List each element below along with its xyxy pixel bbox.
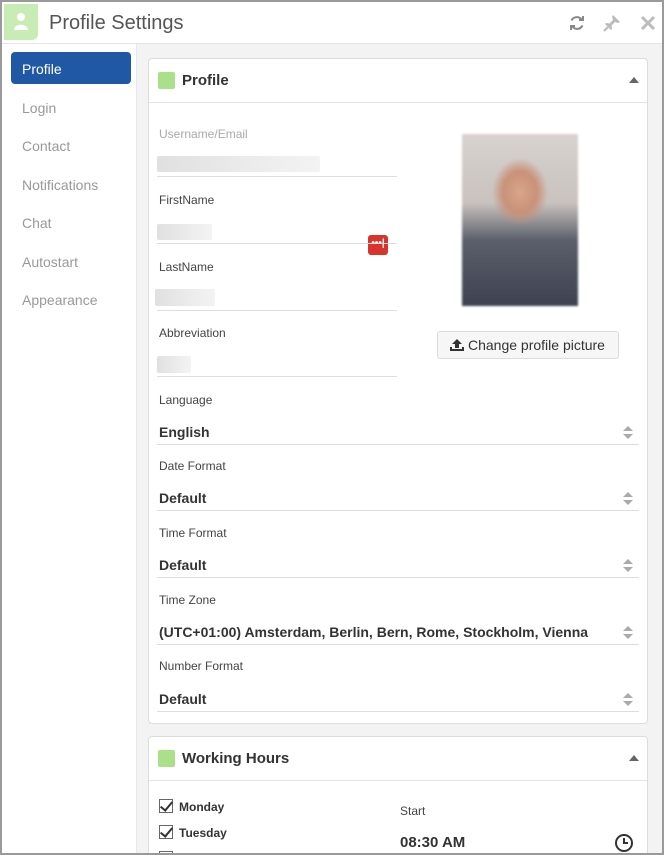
profile-panel-header[interactable]: Profile (149, 59, 647, 103)
day-label: Tuesday (179, 826, 227, 840)
time-zone-underline (157, 644, 639, 645)
sidebar: Profile Login Contact Notifications Chat… (4, 44, 137, 853)
day-checkbox-partial[interactable] (159, 851, 179, 853)
app-icon (4, 4, 38, 40)
day-checkbox-monday[interactable]: Monday (159, 799, 224, 814)
number-format-label: Number Format (159, 659, 244, 673)
sidebar-item-profile[interactable]: Profile (11, 52, 131, 84)
username-underline (157, 176, 397, 177)
language-select[interactable]: English (159, 424, 210, 440)
sidebar-item-login[interactable]: Login (11, 91, 131, 123)
change-profile-picture-button[interactable]: Change profile picture (437, 331, 619, 359)
start-time-input[interactable]: 08:30 AM (400, 834, 465, 851)
time-zone-label: Time Zone (159, 593, 216, 607)
abbreviation-underline (157, 376, 397, 377)
profile-settings-window: Profile Settings Profile Login Contact N… (0, 0, 664, 855)
user-icon (14, 13, 28, 30)
abbreviation-field[interactable] (157, 356, 191, 373)
section-marker (158, 750, 175, 767)
username-label: Username/Email (159, 127, 248, 141)
sidebar-item-notifications[interactable]: Notifications (11, 168, 131, 200)
date-format-label: Date Format (159, 459, 226, 473)
upload-icon (450, 339, 464, 351)
change-profile-picture-label: Change profile picture (468, 337, 605, 353)
username-field[interactable] (157, 156, 320, 172)
checkbox-checked-icon[interactable] (159, 851, 173, 853)
date-format-underline (157, 510, 639, 511)
profile-picture (462, 134, 578, 306)
sidebar-item-autostart[interactable]: Autostart (11, 245, 131, 277)
day-label: Monday (179, 800, 225, 814)
time-zone-updown-icon[interactable] (623, 626, 633, 640)
abbreviation-label: Abbreviation (159, 326, 226, 340)
time-format-underline (157, 577, 639, 578)
window-title: Profile Settings (49, 12, 184, 34)
number-format-updown-icon[interactable] (623, 693, 633, 707)
working-hours-panel: Working Hours Monday Tuesday Start 08:30… (148, 736, 648, 853)
firstname-label: FirstName (159, 193, 215, 207)
time-format-label: Time Format (159, 526, 227, 540)
number-format-select[interactable]: Default (159, 691, 206, 707)
section-marker (158, 72, 175, 89)
checkbox-checked-icon[interactable] (159, 799, 173, 813)
start-label: Start (400, 804, 426, 818)
main-content: Profile Username/Email FirstName •••| La… (137, 44, 662, 853)
profile-panel: Profile Username/Email FirstName •••| La… (148, 58, 648, 724)
profile-panel-title: Profile (182, 72, 229, 89)
checkbox-checked-icon[interactable] (159, 825, 173, 839)
language-underline (157, 444, 639, 445)
title-bar: Profile Settings (2, 2, 662, 44)
day-checkbox-tuesday[interactable]: Tuesday (159, 825, 227, 840)
time-format-updown-icon[interactable] (623, 559, 633, 573)
lastname-label: LastName (159, 260, 214, 274)
language-label: Language (159, 393, 213, 407)
sidebar-item-appearance[interactable]: Appearance (11, 283, 131, 315)
sidebar-item-contact[interactable]: Contact (11, 129, 131, 161)
date-format-updown-icon[interactable] (623, 492, 633, 506)
more-icon[interactable]: •••| (368, 235, 388, 255)
lastname-underline (157, 310, 397, 311)
number-format-underline (157, 711, 639, 712)
working-hours-title: Working Hours (182, 750, 290, 767)
clock-icon[interactable] (614, 833, 634, 853)
sidebar-item-chat[interactable]: Chat (11, 206, 131, 238)
date-format-select[interactable]: Default (159, 490, 206, 506)
time-zone-select[interactable]: (UTC+01:00) Amsterdam, Berlin, Bern, Rom… (159, 624, 588, 640)
pin-icon[interactable] (603, 14, 621, 32)
collapse-caret-icon[interactable] (629, 755, 639, 761)
refresh-icon[interactable] (568, 14, 586, 32)
firstname-underline (157, 243, 397, 244)
collapse-caret-icon[interactable] (629, 77, 639, 83)
working-hours-panel-header[interactable]: Working Hours (149, 737, 647, 781)
language-updown-icon[interactable] (623, 426, 633, 440)
close-icon[interactable] (639, 14, 657, 32)
time-format-select[interactable]: Default (159, 557, 206, 573)
firstname-field[interactable] (157, 224, 212, 240)
lastname-field[interactable] (155, 289, 215, 306)
